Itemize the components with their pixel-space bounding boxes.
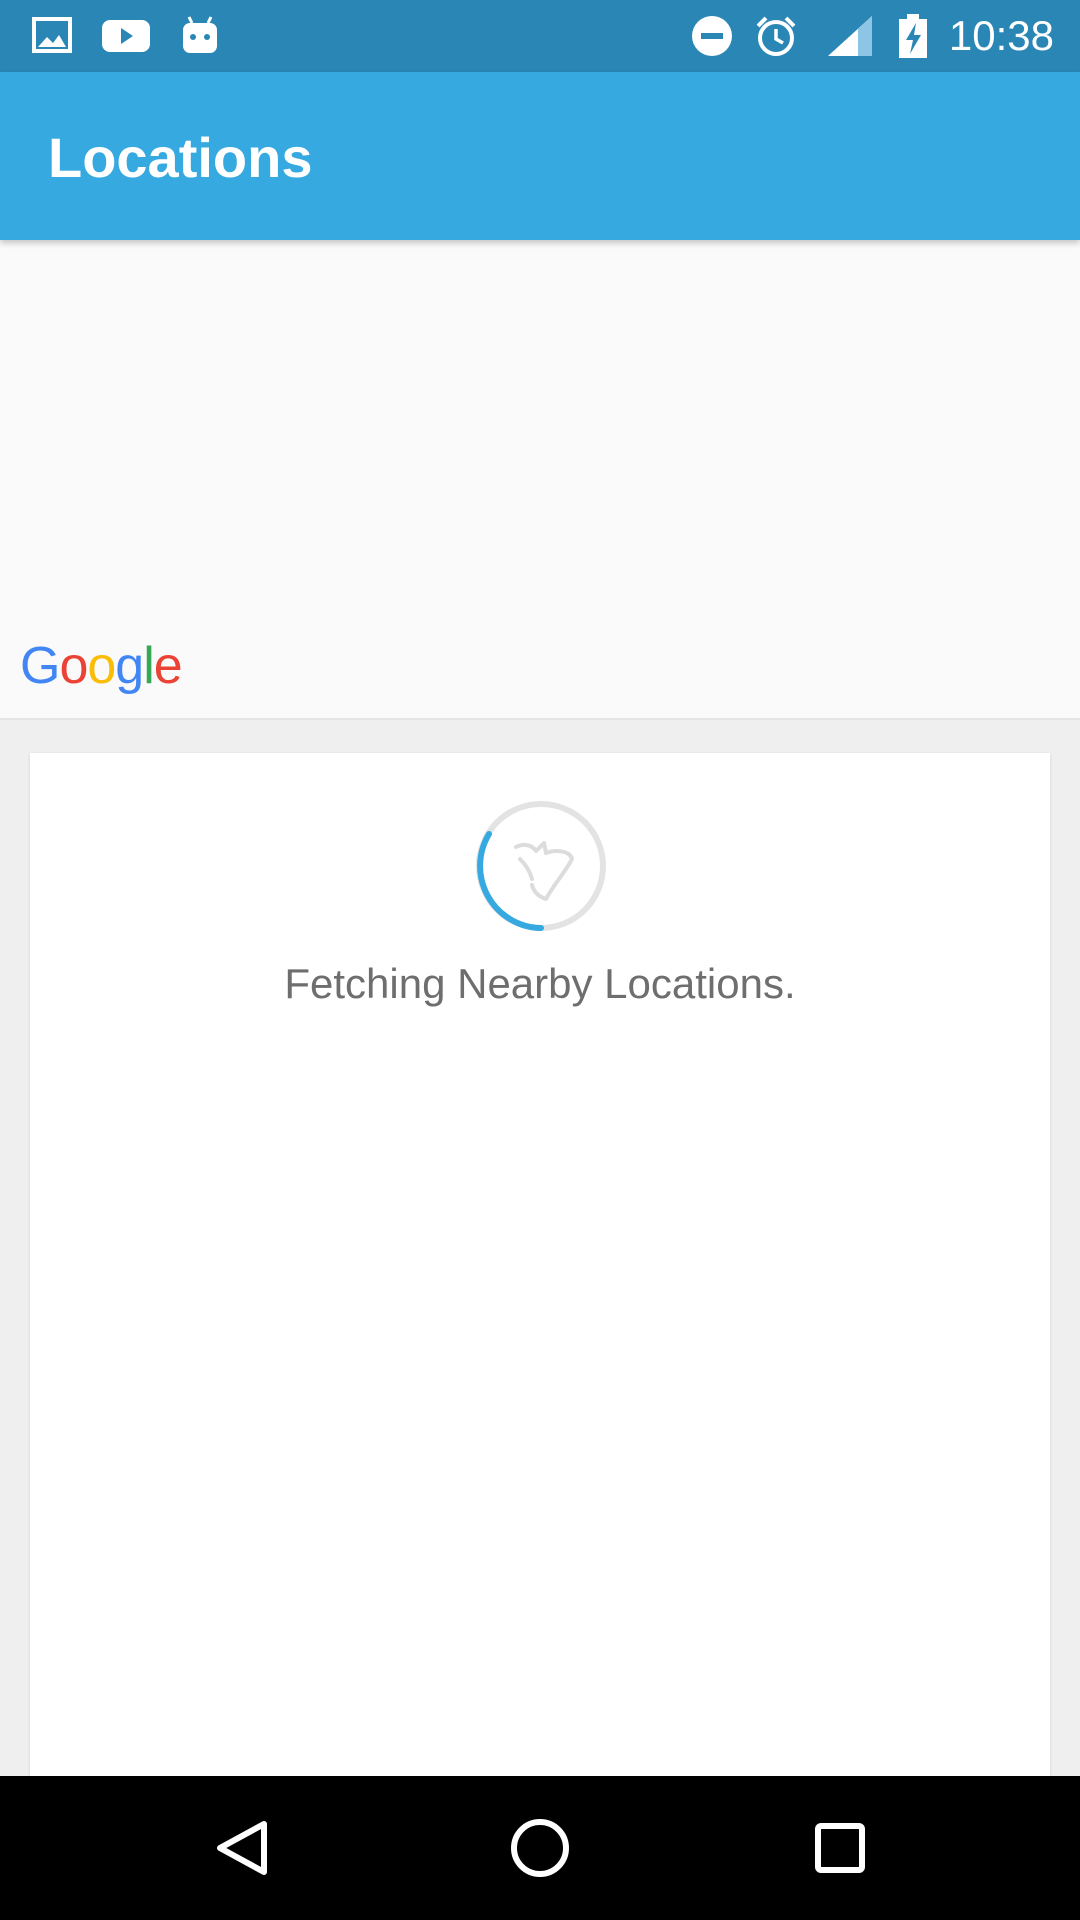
battery-charging-icon <box>896 14 930 58</box>
alarm-icon <box>754 14 798 58</box>
loading-message: Fetching Nearby Locations. <box>284 960 796 1007</box>
google-logo-letter: o <box>87 637 116 695</box>
signal-icon <box>826 14 876 58</box>
recents-icon[interactable] <box>790 1798 890 1898</box>
google-logo-letter: G <box>20 637 60 695</box>
google-logo-letter: e <box>153 637 183 695</box>
locations-card: Fetching Nearby Locations. <box>30 753 1050 1776</box>
status-bar: 10:38 <box>0 0 1080 72</box>
google-logo-letter: g <box>115 637 144 695</box>
do-not-disturb-icon <box>690 14 734 58</box>
youtube-icon <box>100 14 152 58</box>
google-logo[interactable]: Google <box>20 636 183 696</box>
android-icon <box>178 14 222 58</box>
home-icon[interactable] <box>490 1798 590 1898</box>
back-icon[interactable] <box>192 1798 292 1898</box>
google-logo-letter: o <box>59 637 88 695</box>
map-view[interactable]: Google <box>0 240 1080 720</box>
app-bar: Locations <box>0 72 1080 240</box>
page-title: Locations <box>48 126 313 189</box>
status-time: 10:38 <box>948 12 1054 59</box>
navigation-bar <box>0 1776 1080 1920</box>
gallery-icon <box>30 14 74 58</box>
loading-spinner <box>474 799 608 933</box>
google-logo-letter: l <box>143 637 155 695</box>
